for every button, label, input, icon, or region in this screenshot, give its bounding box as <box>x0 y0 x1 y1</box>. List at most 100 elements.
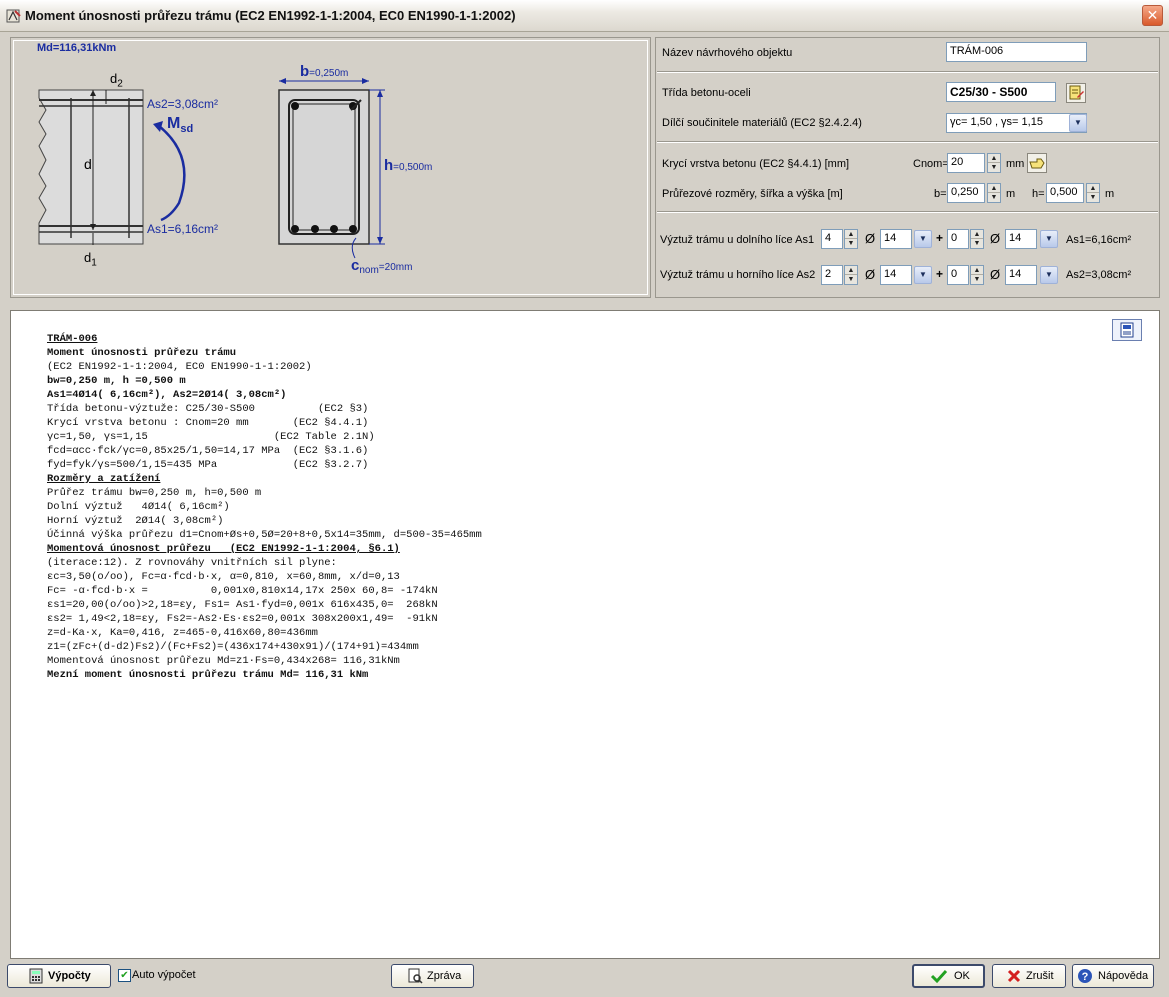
report-line: (EC2 EN1992-1-1:2004, EC0 EN1990-1-1:200… <box>47 361 312 373</box>
report-line: εs2= 1,49<2,18=εy, Fs2=-As2·Es·εs2=0,001… <box>47 613 438 625</box>
b-unit: m <box>1006 188 1016 200</box>
h-label: h= <box>1032 188 1045 200</box>
ok-label: OK <box>954 970 970 982</box>
plus-sign: + <box>936 267 944 281</box>
dims-label: Průřezové rozměry, šířka a výška [m] <box>662 188 843 200</box>
d1-label: d1 <box>84 250 97 269</box>
report-line: z=d-Ka·x, Ka=0,416, z=465-0,416x60,80=43… <box>47 627 318 639</box>
d2-label: d2 <box>110 71 123 90</box>
auto-calc-label: Auto výpočet <box>132 969 196 981</box>
pointer-hand-icon <box>1029 158 1045 169</box>
diameter-symbol: Ø <box>865 267 876 282</box>
report-line: Třída betonu-výztuže: C25/30-S500 (EC2 §… <box>47 403 369 415</box>
top-diameter-2[interactable]: 14 <box>1005 265 1037 285</box>
b-stepper[interactable]: ▲ ▼ <box>987 183 1001 203</box>
cnom-input[interactable]: 20 <box>947 153 985 173</box>
report-view[interactable]: TRÁM-006 Moment únosnosti průřezu trámu (E… <box>10 310 1160 959</box>
notepad-icon <box>1069 85 1084 100</box>
auto-calc-checkbox[interactable]: ✔ <box>118 969 131 982</box>
cnom-unit: mm <box>1006 158 1025 170</box>
report-button[interactable]: Zpráva <box>391 964 474 988</box>
as1-result: As1=6,16cm² <box>1066 234 1132 246</box>
title-bar: Moment únosnosti průřezu trámu (EC2 EN19… <box>0 0 1169 32</box>
bottom-rebar-label: Výztuž trámu u dolního líce As1 <box>660 234 815 246</box>
help-label: Nápověda <box>1098 970 1149 982</box>
bottom-count-1[interactable]: 4 <box>821 229 843 249</box>
input-panel: Název návrhového objektu TRÁM-006 Třída … <box>655 37 1160 298</box>
export-button[interactable] <box>1112 319 1142 341</box>
ok-button[interactable]: OK <box>912 964 985 988</box>
calculations-label: Výpočty <box>48 970 91 982</box>
report-line: TRÁM-006 <box>47 333 98 345</box>
b-input[interactable]: 0,250 <box>947 183 985 203</box>
plus-sign: + <box>936 231 944 245</box>
top-diameter-1-dropdown-icon[interactable]: ▼ <box>914 266 932 284</box>
cancel-button[interactable]: Zrušit <box>992 964 1066 988</box>
bottom-count-2[interactable]: 0 <box>947 229 969 249</box>
d-label: d <box>84 156 92 172</box>
b-dim-label: b=0,250m <box>300 63 349 80</box>
class-label: Třída betonu-oceli <box>662 87 751 99</box>
cancel-label: Zrušit <box>1026 970 1054 982</box>
class-value[interactable]: C25/30 - S500 <box>946 82 1056 102</box>
report-label: Zpráva <box>427 970 462 982</box>
cover-help-button[interactable] <box>1027 153 1047 173</box>
bottom-diameter-2[interactable]: 14 <box>1005 229 1037 249</box>
top-diameter-2-dropdown-icon[interactable]: ▼ <box>1040 266 1058 284</box>
report-line: bw=0,250 m, h =0,500 m <box>47 375 186 387</box>
name-input[interactable]: TRÁM-006 <box>946 42 1087 62</box>
msd-label: Msd <box>167 115 194 136</box>
calculations-button[interactable]: Výpočty <box>7 964 111 988</box>
top-rebar-label: Výztuž trámu u horního líce As2 <box>660 269 816 281</box>
x-icon <box>1007 969 1021 983</box>
report-line: (iterace:12). Z rovnováhy vnitřních sil … <box>47 557 337 569</box>
report-line: Mezní moment únosnosti průřezu trámu Md=… <box>47 669 369 681</box>
report-line: γc=1,50, γs=1,15 (EC2 Table 2.1N) <box>47 431 375 443</box>
export-icon <box>1120 322 1134 338</box>
report-line: z1=(zFc+(d-d2)Fs2)/(Fc+Fs2)=(436x174+430… <box>47 641 419 653</box>
report-text: TRÁM-006 Moment únosnosti průřezu trámu (E… <box>47 332 482 682</box>
diagram-panel: Md=116,31kNm d2 As2=3,08cm² Msd d As1=6,… <box>10 37 651 298</box>
report-line: Fc= -α·fcd·b·x = 0,001x0,810x14,17x 250x… <box>47 585 438 597</box>
top-count-2[interactable]: 0 <box>947 265 969 285</box>
factors-dropdown-icon[interactable]: ▼ <box>1069 114 1087 132</box>
calculator-icon <box>29 968 43 984</box>
diameter-symbol: Ø <box>865 231 876 246</box>
report-line: As1=4Ø14( 6,16cm²), As2=2Ø14( 3,08cm²) <box>47 389 287 401</box>
report-line: Dolní výztuž 4Ø14( 6,16cm²) <box>47 501 230 513</box>
cnom-dim-label: cnom=20mm <box>351 257 413 277</box>
cnom-label: Cnom= <box>913 158 949 170</box>
name-label: Název návrhového objektu <box>662 47 793 59</box>
bottom-count-2-stepper[interactable]: ▲ ▼ <box>970 229 984 249</box>
top-count-1[interactable]: 2 <box>821 265 843 285</box>
report-line: fyd=fyk/γs=500/1,15=435 MPa (EC2 §3.2.7) <box>47 459 369 471</box>
close-button[interactable]: ✕ <box>1142 5 1163 26</box>
material-picker-button[interactable] <box>1066 83 1086 103</box>
top-count-1-stepper[interactable]: ▲ ▼ <box>844 265 858 285</box>
bottom-diameter-2-dropdown-icon[interactable]: ▼ <box>1040 230 1058 248</box>
top-diameter-1[interactable]: 14 <box>880 265 912 285</box>
bottom-diameter-1[interactable]: 14 <box>880 229 912 249</box>
window-title: Moment únosnosti průřezu trámu (EC2 EN19… <box>25 8 516 23</box>
help-button[interactable]: ? Nápověda <box>1072 964 1154 988</box>
svg-text:?: ? <box>1082 971 1089 983</box>
report-line: Průřez trámu bw=0,250 m, h=0,500 m <box>47 487 262 499</box>
app-icon <box>6 9 21 23</box>
factors-select[interactable]: γc= 1,50 , γs= 1,15 <box>946 113 1087 133</box>
report-line: εc=3,50(o/oo), Fc=α·fcd·b·x, α=0,810, x=… <box>47 571 400 583</box>
bottom-count-1-stepper[interactable]: ▲ ▼ <box>844 229 858 249</box>
report-line: Horní výztuž 2Ø14( 3,08cm²) <box>47 515 224 527</box>
h-stepper[interactable]: ▲ ▼ <box>1086 183 1100 203</box>
report-line: Účinná výška průřezu d1=Cnom+Øs+0,5Ø=20+… <box>47 529 482 541</box>
help-icon: ? <box>1078 969 1092 983</box>
cnom-stepper[interactable]: ▲ ▼ <box>987 153 1001 173</box>
report-line: Krycí vrstva betonu : Cnom=20 mm (EC2 §4… <box>47 417 369 429</box>
checkmark-icon <box>930 969 948 984</box>
bottom-diameter-1-dropdown-icon[interactable]: ▼ <box>914 230 932 248</box>
top-count-2-stepper[interactable]: ▲ ▼ <box>970 265 984 285</box>
factors-label: Dílčí součinitele materiálů (EC2 §2.4.2.… <box>662 117 862 129</box>
report-line: Rozměry a zatížení <box>47 473 161 485</box>
h-input[interactable]: 0,500 <box>1046 183 1084 203</box>
as2-result: As2=3,08cm² <box>1066 269 1132 281</box>
report-line: εs1=20,00(o/oo)>2,18=εy, Fs1= As1·fyd=0,… <box>47 599 438 611</box>
